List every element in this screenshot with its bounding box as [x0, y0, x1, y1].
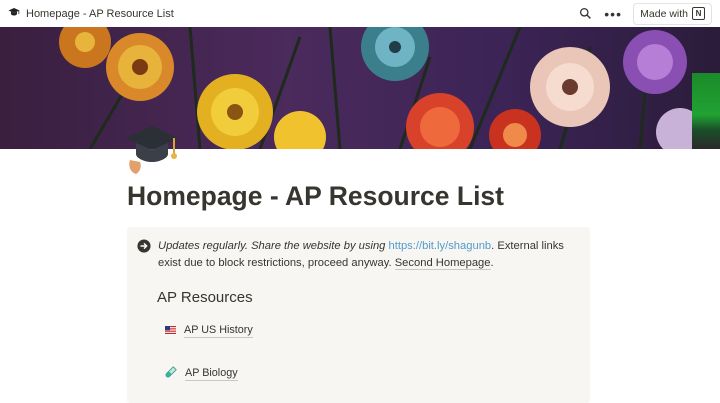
test-tube-icon: [165, 366, 177, 381]
topbar: Homepage - AP Resource List ••• Made wit…: [0, 0, 720, 27]
breadcrumb-title: Homepage - AP Resource List: [26, 7, 174, 20]
side-thumbnail: [692, 73, 720, 149]
page-link-ap-biology[interactable]: AP Biology: [165, 366, 238, 381]
breadcrumb[interactable]: Homepage - AP Resource List: [8, 6, 174, 21]
search-icon[interactable]: [577, 6, 593, 22]
callout-italic-text: Updates regularly. Share the website by …: [158, 240, 386, 252]
section-heading-ap-resources: AP Resources: [157, 289, 253, 306]
callout-text: Updates regularly. Share the website by …: [158, 238, 578, 272]
cover-image: [0, 27, 720, 149]
notion-logo-icon: N: [692, 7, 705, 20]
callout-block: Updates regularly. Share the website by …: [127, 227, 590, 403]
arrow-circle-right-icon: [137, 239, 151, 253]
page-link-label: AP Biology: [185, 366, 238, 381]
graduation-cap-icon: [8, 6, 20, 21]
second-homepage-link[interactable]: Second Homepage: [394, 257, 491, 270]
callout-text-end: .: [490, 257, 494, 269]
us-flag-icon: [165, 325, 176, 337]
graduation-cap-icon[interactable]: [124, 120, 180, 176]
short-link[interactable]: https://bit.ly/shagunb: [389, 240, 492, 252]
made-with-notion-button[interactable]: Made with N: [633, 2, 712, 25]
more-options-icon[interactable]: •••: [604, 6, 621, 22]
made-with-label: Made with: [640, 7, 688, 20]
page-title: Homepage - AP Resource List: [127, 181, 504, 211]
page-link-ap-us-history[interactable]: AP US History: [165, 324, 253, 338]
page-link-label: AP US History: [184, 324, 253, 338]
